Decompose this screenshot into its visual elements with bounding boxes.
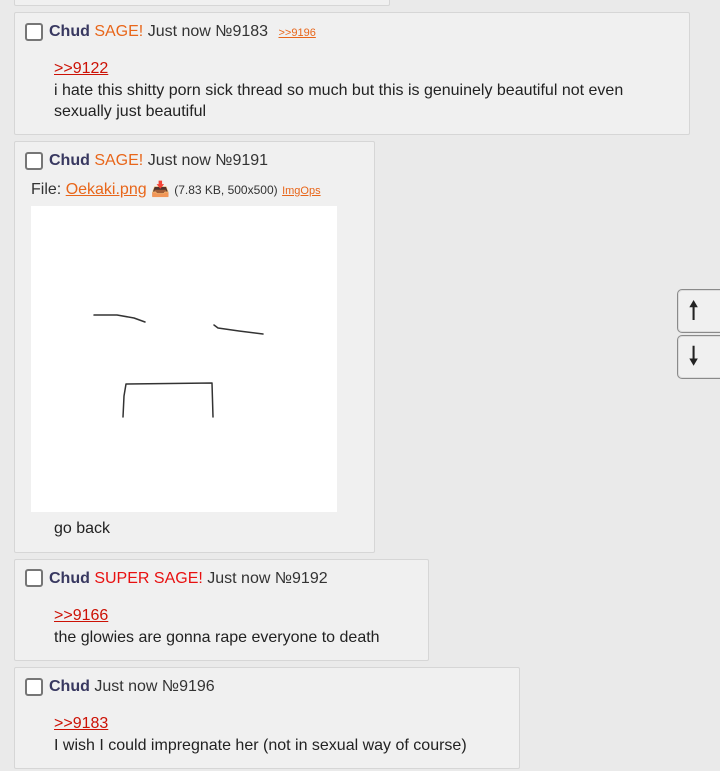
post-header: Chud SAGE! Just now №9191 (49, 151, 268, 171)
post-9192: Chud SUPER SAGE! Just now №9192 >>9166 t… (14, 559, 429, 661)
poster-name: Chud (49, 570, 90, 587)
post-time: Just now (147, 152, 211, 169)
post-number[interactable]: №9183 (215, 23, 268, 40)
post-9191: Chud SAGE! Just now №9191 File: Oekaki.p… (14, 141, 375, 553)
file-info: File: Oekaki.png 📥 (7.83 KB, 500x500) Im… (31, 180, 321, 201)
post-text: I wish I could impregnate her (not in se… (54, 737, 467, 754)
download-tray-icon[interactable]: 📥 (151, 181, 170, 198)
post-select-checkbox[interactable] (25, 152, 43, 170)
quote-link[interactable]: >>9183 (54, 714, 108, 734)
post-text: i hate this shitty porn sick thread so m… (54, 82, 624, 120)
left-eyebrow-stroke (93, 314, 146, 323)
poster-name: Chud (49, 23, 90, 40)
poster-name: Chud (49, 152, 90, 169)
post-number[interactable]: №9192 (275, 570, 328, 587)
file-size-dimensions: (7.83 KB, 500x500) (174, 183, 278, 197)
post-time: Just now (207, 570, 271, 587)
mouth-stroke (122, 382, 214, 418)
quote-link[interactable]: >>9166 (54, 606, 108, 626)
sage-label: SAGE! (94, 152, 144, 169)
post-9183: Chud SAGE! Just now №9183 >>9196 >>9122 … (14, 12, 690, 135)
poster-name: Chud (49, 678, 90, 695)
super-sage-label: SUPER SAGE! (94, 570, 203, 587)
post-text: go back (54, 520, 111, 537)
post-header: Chud SAGE! Just now №9183 >>9196 (49, 22, 316, 43)
post-time: Just now (94, 678, 158, 695)
post-number[interactable]: №9196 (162, 678, 215, 695)
scroll-down-button[interactable]: 🠗 (677, 335, 720, 379)
sage-label: SAGE! (94, 23, 144, 40)
right-eyebrow-stroke (213, 324, 264, 335)
backlink[interactable]: >>9196 (279, 27, 316, 39)
post-header: Chud SUPER SAGE! Just now №9192 (49, 569, 328, 589)
post-header: Chud Just now №9196 (49, 677, 215, 697)
imgops-link[interactable]: ImgOps (282, 185, 321, 197)
post-number[interactable]: №9191 (215, 152, 268, 169)
post-select-checkbox[interactable] (25, 23, 43, 41)
scroll-up-button[interactable]: 🠕 (677, 289, 720, 333)
quote-link[interactable]: >>9122 (54, 59, 108, 79)
file-name-link[interactable]: Oekaki.png (66, 181, 147, 198)
post-select-checkbox[interactable] (25, 678, 43, 696)
post-time: Just now (147, 23, 211, 40)
post-text: the glowies are gonna rape everyone to d… (54, 629, 380, 646)
file-label: File: (31, 181, 62, 198)
oekaki-drawing (93, 314, 264, 418)
previous-post-edge (14, 0, 390, 6)
post-9196: Chud Just now №9196 >>9183 I wish I coul… (14, 667, 520, 769)
oekaki-image[interactable] (31, 206, 337, 512)
post-select-checkbox[interactable] (25, 569, 43, 587)
